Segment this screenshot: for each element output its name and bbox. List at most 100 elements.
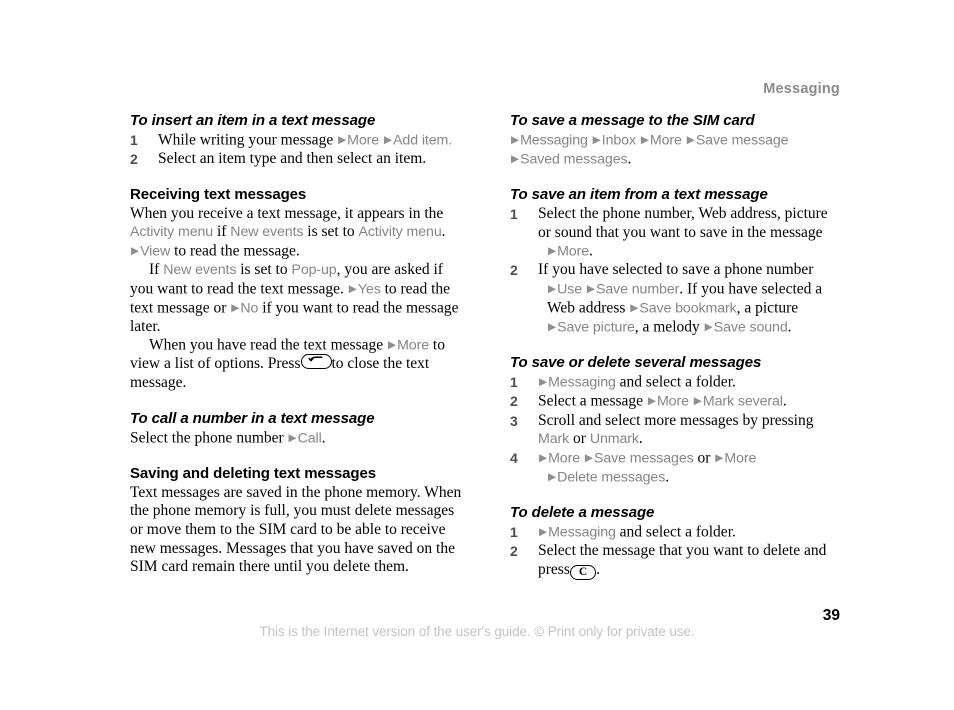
heading-save-item: To save an item from a text message bbox=[510, 186, 768, 204]
step-text: Select an item type and then select an i… bbox=[158, 150, 427, 168]
ui-term-inbox: Inbox bbox=[601, 132, 636, 149]
ui-term-more: More bbox=[656, 393, 689, 410]
arrow-icon: ▶ bbox=[231, 301, 240, 314]
text-run: . bbox=[787, 318, 792, 336]
ui-term-add-item: Add item bbox=[393, 132, 449, 149]
arrow-icon: ▶ bbox=[548, 283, 557, 296]
arrow-icon: ▶ bbox=[640, 134, 649, 146]
ui-term-save-message: Save message bbox=[695, 132, 789, 149]
step-item: 2 If you have selected to save a phone nu… bbox=[510, 261, 842, 337]
ui-term-more: More bbox=[548, 450, 581, 467]
arrow-icon: ▶ bbox=[630, 302, 639, 315]
arrow-icon: ▶ bbox=[288, 431, 297, 444]
text-run: . bbox=[638, 430, 643, 448]
text-run: or bbox=[697, 449, 711, 467]
step-item: 1 ▶Messaging and select a folder. bbox=[510, 373, 842, 392]
arrow-icon: ▶ bbox=[586, 283, 595, 296]
step-number: 4 bbox=[510, 449, 518, 466]
step-continuation: ▶More. bbox=[538, 242, 842, 261]
step-number: 1 bbox=[510, 206, 518, 223]
page-number: 39 bbox=[822, 607, 840, 624]
arrow-icon: ▶ bbox=[693, 395, 702, 408]
paragraph-call-number: Select the phone number ▶Call. bbox=[130, 429, 462, 448]
text-run: Select the phone number bbox=[130, 429, 284, 447]
ui-term-new-events: New events bbox=[230, 224, 304, 241]
step-text: While writing your message bbox=[158, 131, 334, 149]
text-run: When you receive a text message, it appe… bbox=[130, 204, 444, 222]
arrow-icon: ▶ bbox=[388, 339, 397, 352]
text-run: . bbox=[321, 429, 326, 447]
ui-term-activity-menu: Activity menu bbox=[358, 224, 442, 241]
step-item: 2 Select an item type and then select an … bbox=[130, 150, 462, 169]
ui-term-pop-up: Pop-up bbox=[291, 261, 337, 278]
ui-term-use: Use bbox=[557, 281, 583, 298]
step-item: 2 Select the message that you want to del… bbox=[510, 542, 842, 581]
text-run: When you have read the text message bbox=[149, 336, 384, 354]
step-number: 2 bbox=[510, 262, 518, 279]
arrow-icon: ▶ bbox=[548, 321, 557, 334]
step-number: 3 bbox=[510, 412, 518, 429]
text-run: if bbox=[216, 223, 227, 241]
ui-term-more: More bbox=[557, 243, 590, 260]
arrow-icon: ▶ bbox=[131, 244, 140, 257]
ui-term-view: View bbox=[140, 243, 171, 260]
steps-save-item: 1 Select the phone number, Web address, p… bbox=[510, 205, 842, 337]
text-run: . bbox=[665, 468, 670, 486]
ui-term-save-picture: Save picture bbox=[557, 319, 635, 336]
step-item: 1 ▶Messaging and select a folder. bbox=[510, 523, 842, 542]
paragraph-saving-deleting: Text messages are saved in the phone mem… bbox=[130, 483, 462, 576]
step-number: 1 bbox=[510, 374, 518, 391]
ui-term-new-events: New events bbox=[163, 261, 237, 278]
arrow-icon: ▶ bbox=[686, 134, 695, 146]
ui-term-messaging: Messaging bbox=[520, 132, 588, 149]
ui-term-more: More bbox=[649, 132, 682, 149]
ui-term-saved-messages: Saved messages bbox=[520, 151, 628, 168]
heading-saving-deleting: Saving and deleting text messages bbox=[130, 464, 376, 482]
step-item: 4 ▶More ▶Save messages or ▶More ▶Delete m… bbox=[510, 449, 842, 487]
text-run: . bbox=[589, 242, 593, 260]
text-run: is set to bbox=[240, 260, 288, 278]
arrow-icon: ▶ bbox=[704, 321, 713, 334]
right-column: To save a message to the SIM card ▶Messa… bbox=[510, 112, 842, 581]
step-item: 1 While writing your message ▶More ▶Add i… bbox=[130, 131, 462, 150]
ui-term-more: More bbox=[347, 132, 380, 149]
steps-insert-item: 1 While writing your message ▶More ▶Add i… bbox=[130, 131, 462, 169]
ui-term-call: Call bbox=[297, 430, 322, 447]
ui-term-more: More bbox=[397, 337, 430, 354]
steps-delete-message: 1 ▶Messaging and select a folder. 2 Select… bbox=[510, 523, 842, 581]
text-run: , a melody bbox=[634, 318, 700, 336]
text-run: . bbox=[627, 150, 632, 168]
step-continuation: ▶Use ▶Save number. If you have selected … bbox=[538, 280, 842, 337]
footer-note: This is the Internet version of the user… bbox=[259, 624, 695, 639]
arrow-icon: ▶ bbox=[592, 134, 601, 146]
paragraph-popup: If New events is set to Pop-up, you are … bbox=[130, 261, 462, 336]
heading-call-number: To call a number in a text message bbox=[130, 409, 375, 427]
arrow-icon: ▶ bbox=[348, 282, 357, 295]
ui-term-mark-several: Mark several bbox=[702, 393, 783, 410]
step-number: 2 bbox=[130, 151, 138, 168]
heading-insert-item: To insert an item in a text message bbox=[130, 112, 376, 129]
left-column: To insert an item in a text message 1 Whi… bbox=[130, 112, 462, 577]
step-number: 2 bbox=[510, 543, 518, 559]
step-continuation: ▶Delete messages. bbox=[538, 468, 842, 487]
step-number: 2 bbox=[510, 393, 518, 410]
ui-term-unmark: Unmark bbox=[589, 431, 639, 448]
clear-key-icon: C bbox=[569, 564, 597, 580]
text-run: to read the message. bbox=[174, 242, 300, 260]
period: . bbox=[448, 132, 453, 149]
arrow-icon: ▶ bbox=[539, 376, 548, 389]
ui-term-messaging: Messaging bbox=[548, 524, 616, 541]
text-run: is set to bbox=[307, 223, 355, 241]
ui-term-mark: Mark bbox=[538, 431, 570, 448]
arrow-icon: ▶ bbox=[647, 395, 656, 408]
text-run: , a picture bbox=[736, 299, 799, 317]
running-head: Messaging bbox=[763, 81, 840, 97]
arrow-icon: ▶ bbox=[548, 245, 557, 258]
text-run: and select a folder. bbox=[619, 373, 736, 391]
arrow-icon: ▶ bbox=[715, 451, 724, 464]
step-item: 3 Scroll and select more messages by pres… bbox=[510, 412, 842, 449]
step-item: 2 Select a message ▶More ▶Mark several. bbox=[510, 392, 842, 411]
step-text: Select the phone number, Web address, pi… bbox=[538, 205, 828, 241]
